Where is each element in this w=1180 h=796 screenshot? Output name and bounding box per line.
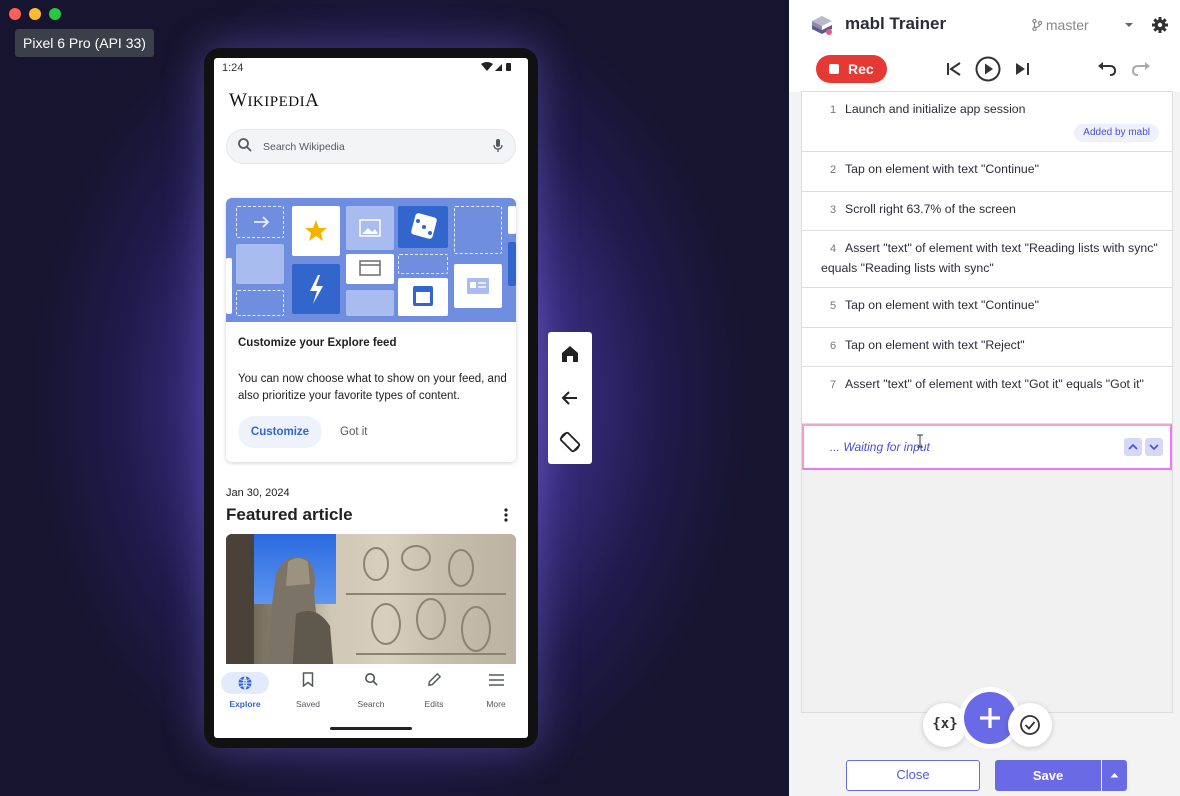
status-icons (480, 62, 514, 75)
step-number: 2 (829, 164, 837, 176)
stop-square-icon (829, 64, 839, 74)
microphone-icon[interactable] (492, 138, 504, 154)
step-number: 5 (829, 300, 837, 312)
step-number: 6 (829, 340, 837, 352)
undo-icon[interactable] (1093, 55, 1121, 83)
step-text: Tap on element with text "Continue" (845, 298, 1039, 312)
step-item[interactable]: 2 Tap on element with text "Continue" (802, 152, 1172, 192)
branch-selector[interactable]: master (1032, 17, 1089, 33)
window-close-dot[interactable] (9, 8, 21, 20)
step-text: Scroll right 63.7% of the screen (845, 202, 1016, 216)
step-item[interactable]: 4 Assert "text" of element with text "Rea… (802, 231, 1172, 288)
globe-icon (221, 672, 269, 694)
overflow-menu-icon[interactable] (504, 508, 508, 522)
step-item[interactable]: 7 Assert "text" of element with text "Got… (802, 367, 1172, 424)
step-number: 1 (829, 104, 837, 116)
status-time: 1:24 (222, 62, 244, 74)
check-circle-icon (1020, 715, 1040, 735)
step-text: Assert "text" of element with text "Got … (845, 377, 1144, 391)
chevron-up-icon (1128, 443, 1138, 450)
move-down-button[interactable] (1145, 438, 1163, 456)
card-illustration (226, 198, 516, 322)
window-maximize-dot[interactable] (49, 8, 61, 20)
search-input[interactable]: Search Wikipedia (226, 129, 516, 164)
save-options-button[interactable] (1102, 760, 1127, 791)
variables-button[interactable]: {x} (923, 703, 967, 747)
branch-icon (1032, 18, 1043, 32)
assert-button[interactable] (1008, 703, 1052, 747)
phone-frame: 1:24 WIKIPEDIA Search Wikipedia Customiz… (204, 48, 538, 748)
bottom-navigation: Explore Saved Search Edits More (214, 664, 528, 720)
nav-saved[interactable]: Saved (278, 672, 338, 709)
step-item[interactable]: 3 Scroll right 63.7% of the screen (802, 192, 1172, 231)
trainer-header: mabl Trainer master Rec (789, 0, 1180, 92)
trainer-title: mabl Trainer (845, 14, 947, 33)
nav-search[interactable]: Search (341, 672, 401, 709)
play-icon[interactable] (974, 55, 1002, 83)
mabl-trainer-panel: mabl Trainer master Rec 1 Launch and ini… (789, 0, 1180, 796)
featured-image[interactable] (226, 534, 516, 674)
save-button[interactable]: Save (995, 760, 1101, 791)
device-controls (548, 332, 592, 464)
customize-button[interactable]: Customize (238, 416, 322, 448)
move-up-button[interactable] (1124, 438, 1142, 456)
caret-up-icon (1110, 773, 1119, 778)
home-icon[interactable] (558, 342, 582, 366)
menu-icon (485, 672, 507, 694)
variables-icon: {x} (932, 716, 958, 732)
step-item[interactable]: 5 Tap on element with text "Continue" (802, 288, 1172, 328)
device-label: Pixel 6 Pro (API 33) (15, 29, 154, 57)
gear-icon[interactable] (1151, 16, 1169, 34)
window-minimize-dot[interactable] (29, 8, 41, 20)
record-button[interactable]: Rec (816, 55, 887, 83)
illustration-icons (254, 213, 489, 306)
waiting-for-input-step[interactable]: ... Waiting for input (802, 424, 1172, 470)
close-button[interactable]: Close (846, 760, 980, 791)
chevron-down-icon (1149, 444, 1159, 451)
card-title: Customize your Explore feed (238, 337, 397, 349)
nav-more[interactable]: More (466, 672, 526, 709)
test-steps-list: 1 Launch and initialize app session Added… (801, 91, 1173, 713)
home-indicator[interactable] (330, 727, 412, 730)
step-item[interactable]: 6 Tap on element with text "Reject" (802, 328, 1172, 367)
rotate-screen-icon[interactable] (558, 430, 582, 454)
search-icon (360, 672, 382, 694)
step-text: Tap on element with text "Reject" (845, 338, 1025, 352)
nav-explore[interactable]: Explore (215, 672, 275, 709)
pencil-icon (423, 672, 445, 694)
step-number: 7 (829, 379, 837, 391)
mabl-logo-icon (812, 16, 832, 35)
signal-battery-icon (481, 62, 511, 71)
search-icon (238, 138, 252, 152)
text-cursor-icon (917, 434, 923, 448)
step-text: Assert "text" of element with text "Read… (821, 241, 1158, 275)
search-placeholder: Search Wikipedia (263, 141, 345, 153)
featured-title: Featured article (226, 505, 353, 524)
waiting-text: ... Waiting for input (830, 440, 930, 454)
step-number: 3 (829, 204, 837, 216)
phone-screen[interactable]: 1:24 WIKIPEDIA Search Wikipedia Customiz… (214, 58, 528, 738)
added-by-mabl-badge: Added by mabl (1074, 124, 1159, 142)
emulator-window: Pixel 6 Pro (API 33) 1:24 WIKIPEDIA Sear… (0, 0, 789, 796)
redo-icon[interactable] (1127, 55, 1155, 83)
skip-to-start-icon[interactable] (940, 55, 968, 83)
featured-date: Jan 30, 2024 (226, 487, 290, 499)
step-number: 4 (829, 243, 837, 255)
got-it-button[interactable]: Got it (340, 416, 367, 448)
step-item[interactable]: 1 Launch and initialize app session Added… (802, 92, 1172, 152)
skip-to-end-icon[interactable] (1008, 55, 1036, 83)
step-text: Launch and initialize app session (845, 102, 1026, 116)
back-arrow-icon[interactable] (558, 386, 582, 410)
wikipedia-logo: WIKIPEDIA (229, 90, 320, 111)
explore-customize-card: Customize your Explore feed You can now … (226, 198, 516, 462)
card-description: You can now choose what to show on your … (238, 373, 507, 402)
nav-edits[interactable]: Edits (404, 672, 464, 709)
chevron-down-icon[interactable] (1124, 20, 1134, 30)
bookmark-icon (297, 672, 319, 694)
step-text: Tap on element with text "Continue" (845, 162, 1039, 176)
